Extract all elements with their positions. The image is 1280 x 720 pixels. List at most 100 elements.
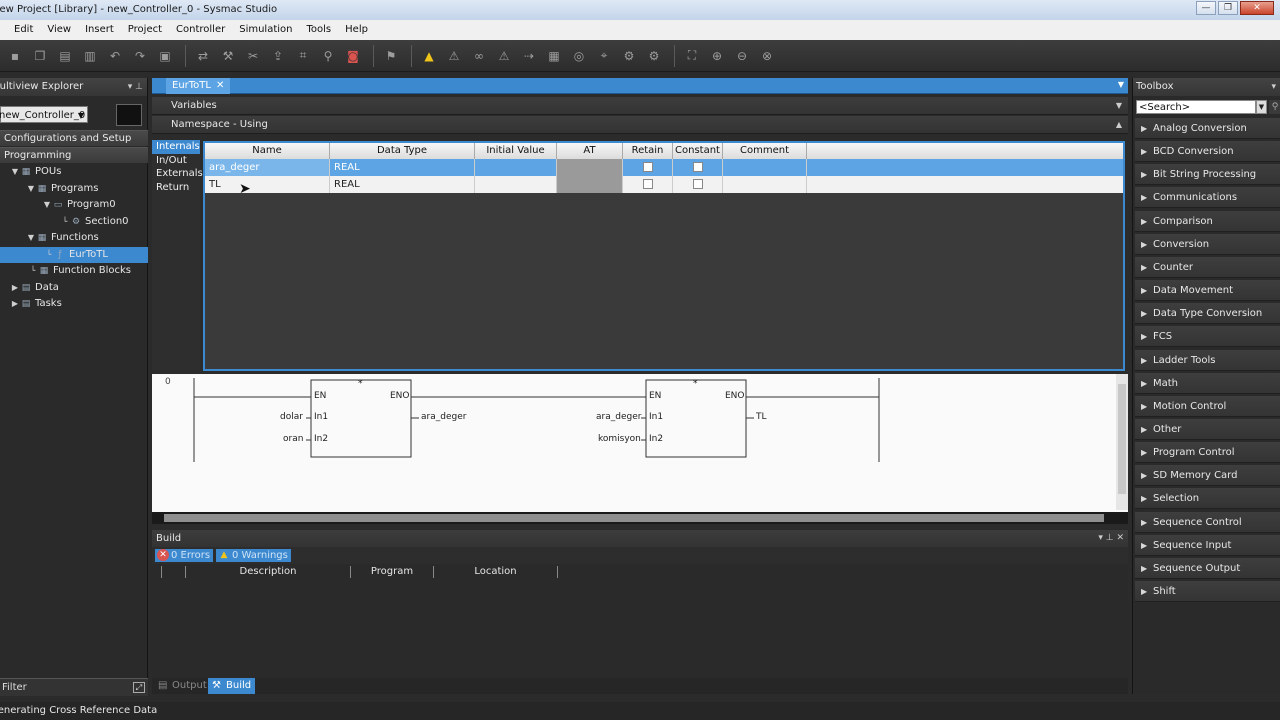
- zoom-reset-icon[interactable]: ⊗: [756, 45, 778, 67]
- tree-item-functions[interactable]: ▼ ▦ Functions: [0, 230, 148, 247]
- tab-return[interactable]: Return: [152, 181, 200, 195]
- cell-data-type[interactable]: REAL: [330, 159, 475, 176]
- menu-help[interactable]: Help: [338, 20, 375, 40]
- save-icon[interactable]: ▣: [154, 45, 176, 67]
- build-icon[interactable]: ⚒: [217, 45, 239, 67]
- errors-filter[interactable]: ✕ 0 Errors: [155, 549, 214, 562]
- toolbox-category[interactable]: ▶ Analog Conversion: [1135, 118, 1280, 139]
- menu-view[interactable]: View: [40, 20, 78, 40]
- collapse-icon[interactable]: ▶: [10, 296, 20, 312]
- toolbox-category[interactable]: ▶ Program Control: [1135, 442, 1280, 464]
- column-name[interactable]: Name: [205, 143, 330, 159]
- variables-bar[interactable]: Variables ▼: [152, 97, 1128, 115]
- toolbox-category[interactable]: ▶ Sequence Input: [1135, 534, 1280, 556]
- constant-checkbox[interactable]: [692, 179, 703, 189]
- menu-project[interactable]: Project: [121, 20, 169, 40]
- toolbox-category[interactable]: ▶ Sequence Output: [1135, 557, 1280, 579]
- zoom-out-icon[interactable]: ⊖: [731, 45, 753, 67]
- toolbox-category[interactable]: ▶ Sequence Control: [1135, 511, 1280, 533]
- scroll-thumb[interactable]: [1118, 384, 1126, 494]
- toolbox-category[interactable]: ▶ SD Memory Card: [1135, 465, 1280, 487]
- section-configurations[interactable]: Configurations and Setup: [0, 130, 148, 146]
- column-initial-value[interactable]: Initial Value: [475, 143, 557, 159]
- cell-initial-value[interactable]: [475, 176, 557, 193]
- cell-comment[interactable]: [723, 159, 807, 176]
- warning-icon[interactable]: ▲: [418, 45, 440, 67]
- filter-expand-icon[interactable]: ⤢: [133, 682, 145, 693]
- cell-initial-value[interactable]: [475, 159, 557, 176]
- controller-selector[interactable]: new_Controller_0 ▼: [0, 106, 88, 123]
- expand-namespace-icon[interactable]: ▲: [1116, 116, 1122, 134]
- retain-checkbox[interactable]: [642, 162, 653, 172]
- table-row[interactable]: ara_deger REAL: [205, 159, 1123, 176]
- toolbox-category[interactable]: ▶ Math: [1135, 372, 1280, 394]
- paste-icon[interactable]: ▤: [54, 45, 76, 67]
- column-location[interactable]: Location: [434, 566, 558, 578]
- tab-internals[interactable]: Internals: [152, 140, 200, 154]
- ladder-editor[interactable]: 0 * EN ENO In1 In2 dolar oran ara_deger …: [152, 374, 1128, 524]
- toolbox-menu-icon[interactable]: ▾: [1271, 78, 1276, 96]
- minimize-button[interactable]: —: [1196, 1, 1216, 15]
- find-icon[interactable]: ⚲: [317, 45, 339, 67]
- block1-in2-variable[interactable]: oran: [283, 434, 303, 444]
- sim-trace-icon[interactable]: ⚙: [643, 45, 665, 67]
- tree-item-programs[interactable]: ▼ ▦ Programs: [0, 181, 148, 198]
- expand-icon[interactable]: ▼: [26, 181, 36, 197]
- toolbox-category[interactable]: ▶ Selection: [1135, 488, 1280, 510]
- column-icon[interactable]: [152, 566, 162, 578]
- zoom-in-icon[interactable]: ⊕: [706, 45, 728, 67]
- toolbox-category[interactable]: ▶ Data Movement: [1135, 280, 1280, 302]
- toolbox-category[interactable]: ▶ BCD Conversion: [1135, 141, 1280, 163]
- toolbox-category[interactable]: ▶ FCS: [1135, 326, 1280, 348]
- toolbox-category[interactable]: ▶ Other: [1135, 418, 1280, 440]
- retain-checkbox[interactable]: [642, 179, 653, 189]
- stop-icon[interactable]: ◙: [342, 45, 364, 67]
- tab-output[interactable]: ▤ Output: [154, 678, 211, 694]
- tree-item-function-blocks[interactable]: └ ▦ Function Blocks: [0, 263, 148, 280]
- tree-item-eurtotl[interactable]: └ ƒ EurToTL: [0, 246, 148, 263]
- block2-in1-variable[interactable]: ara_deger: [596, 412, 641, 422]
- toolbox-category[interactable]: ▶ Data Type Conversion: [1135, 303, 1280, 325]
- tree-item-data[interactable]: ▶ ▤ Data: [0, 280, 148, 297]
- tab-build[interactable]: ⚒ Build: [208, 678, 256, 694]
- scroll-thumb[interactable]: [164, 514, 1104, 522]
- pane-controls-icon[interactable]: ▾ ⊥ ✕: [1098, 530, 1124, 547]
- toolbox-search-input[interactable]: <Search>: [1136, 100, 1256, 114]
- cell-name[interactable]: TL: [205, 176, 330, 193]
- controller-icon[interactable]: [116, 104, 142, 126]
- cut-icon[interactable]: ▪: [4, 45, 26, 67]
- menu-controller[interactable]: Controller: [169, 20, 232, 40]
- tree-item-tasks[interactable]: ▶ ▤ Tasks: [0, 296, 148, 313]
- table-row[interactable]: TL REAL: [205, 176, 1123, 193]
- tree-item-section0[interactable]: └ ⚙ Section0: [0, 214, 148, 231]
- tab-externals[interactable]: Externals: [152, 167, 203, 181]
- sim-pause-icon[interactable]: ⚠: [493, 45, 515, 67]
- menu-tools[interactable]: Tools: [300, 20, 339, 40]
- block1-in1-variable[interactable]: dolar: [280, 412, 303, 422]
- simulation-icon[interactable]: ⚠: [443, 45, 465, 67]
- toolbox-category[interactable]: ▶ Bit String Processing: [1135, 164, 1280, 186]
- collapse-variables-icon[interactable]: ▼: [1116, 97, 1122, 115]
- namespace-bar[interactable]: Namespace - Using ▲: [152, 116, 1128, 134]
- close-tab-icon[interactable]: ✕: [216, 80, 224, 91]
- column-description[interactable]: Description: [186, 566, 351, 578]
- fit-icon[interactable]: ⛶: [681, 45, 703, 67]
- column-at[interactable]: AT: [557, 143, 623, 159]
- tab-eurtotl[interactable]: EurToTL ✕: [166, 78, 231, 94]
- search-icon[interactable]: ⚲: [1269, 100, 1280, 114]
- sim-run-icon[interactable]: ∞: [468, 45, 490, 67]
- toolbox-category[interactable]: ▶ Motion Control: [1135, 395, 1280, 417]
- sim-reset-icon[interactable]: ◎: [568, 45, 590, 67]
- close-button[interactable]: ✕: [1240, 1, 1274, 15]
- menu-simulation[interactable]: Simulation: [232, 20, 299, 40]
- cell-data-type[interactable]: REAL: [330, 176, 475, 193]
- tree-item-pous[interactable]: ▼ ▦ POUs: [0, 164, 148, 181]
- column-program[interactable]: Program: [351, 566, 434, 578]
- menu-insert[interactable]: Insert: [78, 20, 121, 40]
- column-comment[interactable]: Comment: [723, 143, 807, 159]
- redo-icon[interactable]: ↷: [129, 45, 151, 67]
- tab-in-out[interactable]: In/Out: [152, 154, 200, 168]
- expand-icon[interactable]: ▼: [26, 230, 36, 246]
- cell-comment[interactable]: [723, 176, 807, 193]
- block2-out-variable[interactable]: TL: [756, 412, 767, 422]
